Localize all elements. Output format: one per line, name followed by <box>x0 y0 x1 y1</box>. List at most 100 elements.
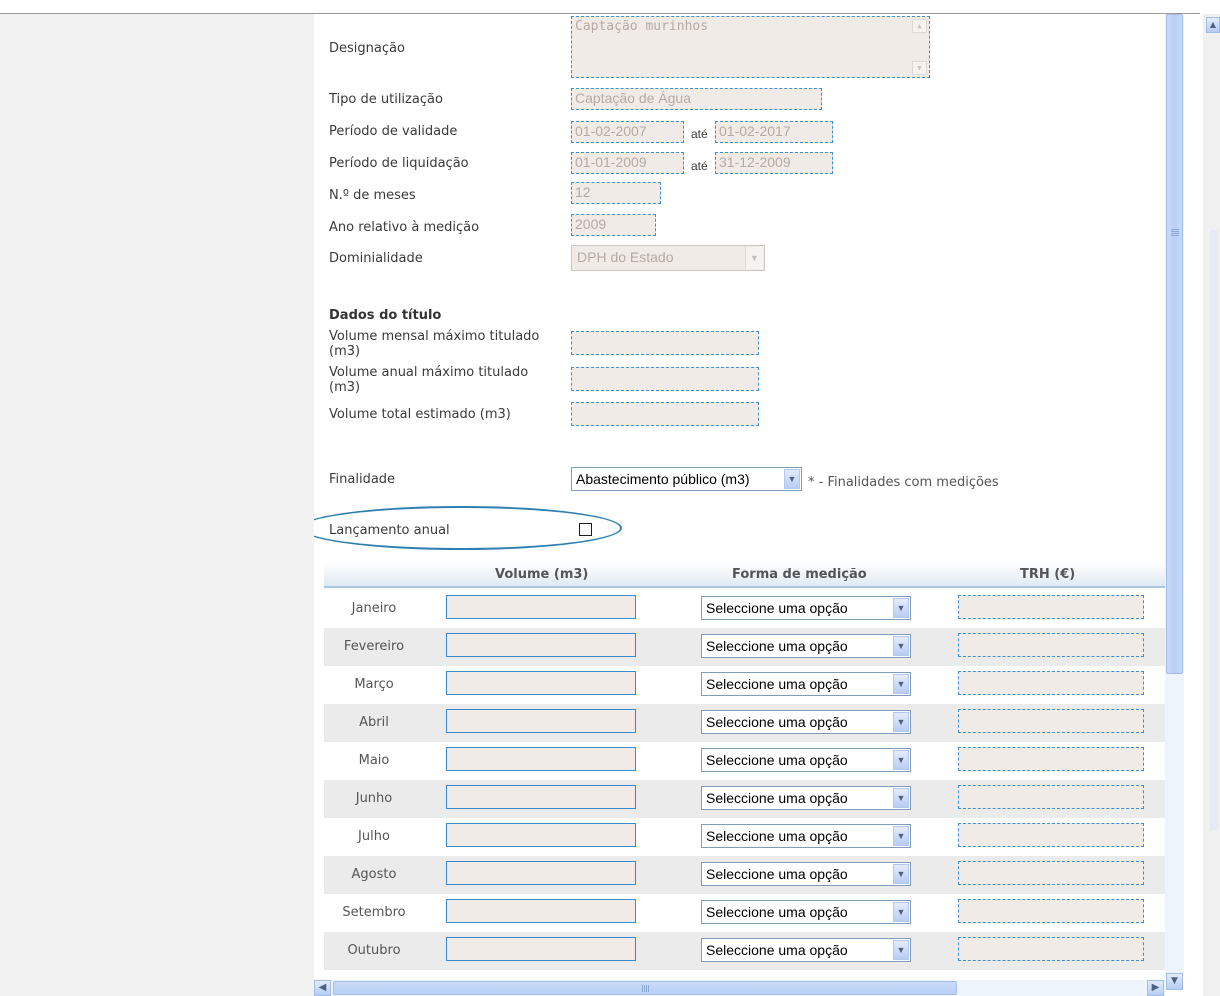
liquidacao-from-field[interactable]: 01-01-2009 <box>571 152 684 174</box>
trh-field[interactable] <box>958 747 1144 771</box>
dados-titulo-heading: Dados do título <box>329 308 442 323</box>
volume-input[interactable] <box>446 671 636 695</box>
forma-medicao-select[interactable]: Seleccione uma opção ▼ <box>701 786 911 810</box>
forma-medicao-value: Seleccione uma opção <box>706 600 848 616</box>
volume-input[interactable] <box>446 861 636 885</box>
volume-input[interactable] <box>446 747 636 771</box>
forma-medicao-value: Seleccione uma opção <box>706 866 848 882</box>
month-label: Abril <box>359 715 389 730</box>
periodo-validade-label: Período de validade <box>329 124 458 139</box>
trh-field[interactable] <box>958 861 1144 885</box>
chevron-down-icon: ▼ <box>745 247 763 269</box>
lancamento-anual-checkbox[interactable] <box>579 523 592 536</box>
textarea-scroll-down-icon[interactable]: ▼ <box>912 61 927 75</box>
designacao-label: Designação <box>329 41 405 56</box>
num-meses-field[interactable]: 12 <box>571 182 661 204</box>
forma-medicao-select[interactable]: Seleccione uma opção ▼ <box>701 748 911 772</box>
forma-medicao-select[interactable]: Seleccione uma opção ▼ <box>701 634 911 658</box>
liquidacao-to-field[interactable]: 31-12-2009 <box>715 152 833 174</box>
tipo-utilizacao-field[interactable]: Captação de Água <box>571 88 822 110</box>
month-label: Agosto <box>351 867 397 882</box>
vertical-scroll-thumb[interactable] <box>1166 14 1183 674</box>
designacao-textarea[interactable]: Captação murinhos ▲ ▼ <box>571 16 930 78</box>
table-row: Abril Seleccione uma opção ▼ <box>324 704 1165 742</box>
volume-input[interactable] <box>446 937 636 961</box>
chevron-down-icon: ▼ <box>893 864 909 884</box>
validade-ate-label: até <box>691 127 708 141</box>
chevron-down-icon: ▼ <box>784 469 800 489</box>
validade-to-field[interactable]: 01-02-2017 <box>715 121 833 143</box>
table-row: Janeiro Seleccione uma opção ▼ <box>324 590 1165 628</box>
volume-total-field[interactable] <box>571 402 759 426</box>
textarea-scroll-up-icon[interactable]: ▲ <box>912 19 927 33</box>
volume-anual-label: Volume anual máximo titulado (m3) <box>329 365 529 395</box>
forma-medicao-select[interactable]: Seleccione uma opção ▼ <box>701 862 911 886</box>
col-volume-header: Volume (m3) <box>495 567 589 582</box>
chevron-down-icon: ▼ <box>893 674 909 694</box>
forma-medicao-select[interactable]: Seleccione uma opção ▼ <box>701 938 911 962</box>
volume-mensal-field[interactable] <box>571 331 759 355</box>
forma-medicao-value: Seleccione uma opção <box>706 828 848 844</box>
trh-field[interactable] <box>958 595 1144 619</box>
table-row: Junho Seleccione uma opção ▼ <box>324 780 1165 818</box>
forma-medicao-value: Seleccione uma opção <box>706 904 848 920</box>
col-forma-header: Forma de medição <box>732 567 867 582</box>
trh-field[interactable] <box>958 709 1144 733</box>
chevron-down-icon: ▼ <box>893 598 909 618</box>
ano-medicao-label: Ano relativo à medição <box>329 220 480 235</box>
table-row: Outubro Seleccione uma opção ▼ <box>324 932 1165 970</box>
left-panel <box>0 14 314 996</box>
volume-input[interactable] <box>446 823 636 847</box>
month-label: Janeiro <box>351 601 397 616</box>
window-scroll-thumb[interactable] <box>1210 230 1218 830</box>
forma-medicao-value: Seleccione uma opção <box>706 638 848 654</box>
volume-input[interactable] <box>446 785 636 809</box>
volume-input[interactable] <box>446 595 636 619</box>
volume-input[interactable] <box>446 633 636 657</box>
forma-medicao-select[interactable]: Seleccione uma opção ▼ <box>701 596 911 620</box>
forma-medicao-value: Seleccione uma opção <box>706 676 848 692</box>
forma-medicao-select[interactable]: Seleccione uma opção ▼ <box>701 900 911 924</box>
form-panel: Designação Captação murinhos ▲ ▼ Tipo de… <box>314 14 1165 990</box>
trh-field[interactable] <box>958 937 1144 961</box>
trh-field[interactable] <box>958 633 1144 657</box>
finalidade-hint: * - Finalidades com medições <box>808 475 999 490</box>
volume-input[interactable] <box>446 709 636 733</box>
chevron-down-icon: ▼ <box>893 788 909 808</box>
month-label: Março <box>354 677 394 692</box>
volume-total-label: Volume total estimado (m3) <box>329 407 511 422</box>
dominialidade-value: DPH do Estado <box>577 249 674 265</box>
volume-input[interactable] <box>446 899 636 923</box>
arrow-down-icon[interactable]: ▼ <box>1166 973 1183 990</box>
table-row: Março Seleccione uma opção ▼ <box>324 666 1165 704</box>
trh-field[interactable] <box>958 899 1144 923</box>
volume-anual-field[interactable] <box>571 367 759 391</box>
horizontal-scroll-thumb[interactable] <box>333 981 957 995</box>
forma-medicao-select[interactable]: Seleccione uma opção ▼ <box>701 824 911 848</box>
arrow-right-icon[interactable]: ▶ <box>1147 980 1164 996</box>
trh-field[interactable] <box>958 785 1144 809</box>
finalidade-value: Abastecimento público (m3) <box>576 471 750 487</box>
validade-from-field[interactable]: 01-02-2007 <box>571 121 684 143</box>
arrow-up-icon[interactable]: ▲ <box>1206 17 1220 33</box>
periodo-liquidacao-label: Período de liquidação <box>329 156 469 171</box>
months-table-header: Volume (m3) Forma de medição TRH (€) <box>324 562 1165 588</box>
finalidade-select[interactable]: Abastecimento público (m3) ▼ <box>571 467 802 491</box>
chevron-down-icon: ▼ <box>893 902 909 922</box>
month-label: Setembro <box>342 905 406 920</box>
trh-field[interactable] <box>958 823 1144 847</box>
month-label: Maio <box>358 753 390 768</box>
table-row: Maio Seleccione uma opção ▼ <box>324 742 1165 780</box>
designacao-value: Captação murinhos <box>575 19 709 34</box>
lancamento-anual-label: Lançamento anual <box>329 523 450 538</box>
dominialidade-select[interactable]: DPH do Estado ▼ <box>571 245 765 271</box>
arrow-left-icon[interactable]: ◀ <box>314 980 331 996</box>
forma-medicao-select[interactable]: Seleccione uma opção ▼ <box>701 672 911 696</box>
forma-medicao-select[interactable]: Seleccione uma opção ▼ <box>701 710 911 734</box>
chevron-down-icon: ▼ <box>893 940 909 960</box>
volume-mensal-label: Volume mensal máximo titulado (m3) <box>329 329 540 359</box>
num-meses-label: N.º de meses <box>329 188 416 203</box>
trh-field[interactable] <box>958 671 1144 695</box>
ano-medicao-field[interactable]: 2009 <box>571 214 656 236</box>
dominialidade-label: Dominialidade <box>329 251 423 266</box>
